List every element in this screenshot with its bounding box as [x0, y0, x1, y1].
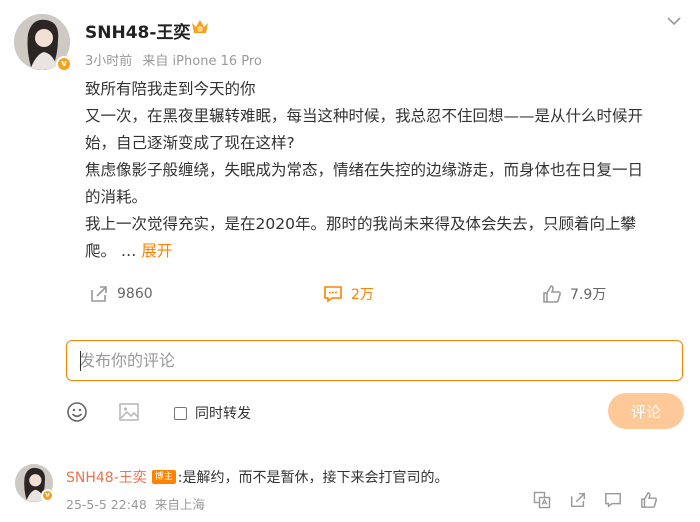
comment-icon: [324, 286, 342, 303]
post-line: 又一次，在黑夜里辗转难眠，每当这种时候，我总忍不住回想——是从什么时候开: [85, 107, 644, 125]
thumbs-up-icon: [543, 285, 561, 303]
verified-badge-icon: v: [56, 56, 72, 72]
post-line: 始，自己逐渐变成了现在这样?: [85, 134, 295, 152]
repost-toggle[interactable]: 同时转发: [174, 403, 251, 423]
comment-icon[interactable]: [604, 491, 622, 509]
verified-badge-icon: v: [41, 489, 54, 502]
post-line: 我上一次觉得充实，是在2020年。那时的我尚未来得及体会失去，只顾着向上攀: [85, 215, 636, 233]
repost-count: 9860: [117, 286, 153, 302]
repost-icon[interactable]: [569, 491, 587, 509]
comment-location: 来自上海: [154, 497, 205, 512]
post-line: 爬。 …: [85, 242, 137, 260]
repost-checkbox[interactable]: [174, 406, 187, 420]
comment-text: :是解约，而不是暂休，接下来会打官司的。: [177, 470, 449, 486]
post-line: 焦虑像影子般缠绕，失眠成为常态，情绪在失控的边缘游走，而身体也在日复一日: [85, 161, 644, 179]
comment-input[interactable]: [67, 341, 682, 380]
like-button[interactable]: 7.9万: [542, 284, 606, 304]
post-text: 致所有陪我走到今天的你 又一次，在黑夜里辗转难眠，每当这种时候，我总忍不住回想—…: [85, 76, 685, 265]
post-username[interactable]: SNH48-王奕: [85, 18, 190, 43]
comment-content: SNH48-王奕 博主 :是解约，而不是暂休，接下来会打官司的。: [66, 467, 449, 487]
post-time: 3小时前: [85, 54, 133, 69]
chevron-down-icon[interactable]: [664, 13, 684, 27]
repost-icon: [91, 286, 107, 302]
post-line: 致所有陪我走到今天的你: [85, 80, 256, 98]
submit-comment-button[interactable]: 评论: [608, 393, 684, 429]
post-line: 的消耗。: [85, 188, 148, 206]
translate-icon[interactable]: [533, 491, 551, 509]
comment-count: 2万: [351, 287, 374, 303]
text-caret: [80, 351, 81, 371]
comment-time: 25-5-5 22:48: [66, 497, 147, 512]
repost-button[interactable]: 9860: [89, 284, 153, 304]
emoji-icon[interactable]: [66, 401, 88, 423]
expand-link[interactable]: 展开: [141, 242, 172, 260]
post-source: 来自 iPhone 16 Pro: [142, 54, 262, 69]
comment-username[interactable]: SNH48-王奕: [66, 467, 147, 487]
repost-label: 同时转发: [195, 406, 251, 422]
thumbs-up-icon[interactable]: [640, 491, 658, 509]
comment-input-box[interactable]: [66, 340, 683, 381]
author-badge: 博主: [151, 470, 176, 484]
comment-button[interactable]: 2万: [323, 284, 374, 304]
fan-badge-icon[interactable]: [190, 17, 210, 37]
like-count: 7.9万: [570, 287, 607, 303]
image-icon[interactable]: [118, 401, 140, 423]
